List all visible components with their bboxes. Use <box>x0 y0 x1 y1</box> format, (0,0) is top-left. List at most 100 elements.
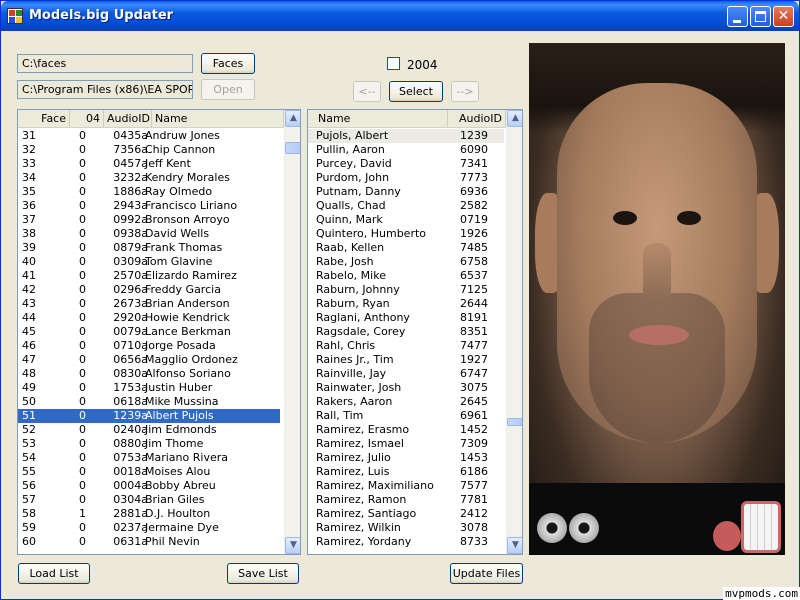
column-audioid[interactable]: AudioID <box>448 110 506 127</box>
table-row[interactable]: 34 0 3232a Kendry Morales <box>18 171 280 185</box>
faces-button[interactable]: Faces <box>201 53 255 74</box>
table-row[interactable]: Rahl, Chris 7477 <box>308 339 504 353</box>
table-row[interactable]: Raab, Kellen 7485 <box>308 241 504 255</box>
table-row[interactable]: 55 0 0018a Moises Alou <box>18 465 280 479</box>
table-row[interactable]: 54 0 0753a Mariano Rivera <box>18 451 280 465</box>
faces-list[interactable]: Face 04 AudioID Name 31 0 0435a Andruw Jone… <box>17 109 301 555</box>
table-row[interactable]: 31 0 0435a Andruw Jones <box>18 129 280 143</box>
load-list-button[interactable]: Load List <box>18 563 90 584</box>
table-row[interactable]: Quintero, Humberto 1926 <box>308 227 504 241</box>
cell-audio: 0753a <box>113 451 148 464</box>
table-row[interactable]: 48 0 0830a Alfonso Soriano <box>18 367 280 381</box>
prev-button[interactable]: <-- <box>353 81 381 102</box>
table-row[interactable]: 51 0 1239a Albert Pujols <box>18 409 280 423</box>
table-row[interactable]: Purcey, David 7341 <box>308 157 504 171</box>
table-row[interactable]: 39 0 0879a Frank Thomas <box>18 241 280 255</box>
scroll-up-icon[interactable]: ▲ <box>285 110 300 127</box>
title-bar[interactable]: Models.big Updater ✕ <box>1 1 799 31</box>
table-row[interactable]: Putnam, Danny 6936 <box>308 185 504 199</box>
table-row[interactable]: Ragsdale, Corey 8351 <box>308 325 504 339</box>
column-04[interactable]: 04 <box>70 110 104 127</box>
table-row[interactable]: 53 0 0880a Jim Thome <box>18 437 280 451</box>
scroll-down-icon[interactable]: ▼ <box>285 537 300 554</box>
cell-v04: 0 <box>79 381 86 394</box>
table-row[interactable]: 38 0 0938a David Wells <box>18 227 280 241</box>
table-row[interactable]: Raines Jr., Tim 1927 <box>308 353 504 367</box>
open-button[interactable]: Open <box>201 79 255 100</box>
table-row[interactable]: 35 0 1886a Ray Olmedo <box>18 185 280 199</box>
table-row[interactable]: Ramirez, Yordany 8733 <box>308 535 504 549</box>
table-row[interactable]: Ramirez, Maximiliano 7577 <box>308 479 504 493</box>
minimize-button[interactable] <box>727 6 748 27</box>
players-list[interactable]: Name AudioID Pujols, Albert 1239 Pullin, A… <box>307 109 523 555</box>
table-row[interactable]: Ramirez, Ramon 7781 <box>308 493 504 507</box>
table-row[interactable]: Raglani, Anthony 8191 <box>308 311 504 325</box>
table-row[interactable]: Raburn, Ryan 2644 <box>308 297 504 311</box>
table-row[interactable]: 45 0 0079a Lance Berkman <box>18 325 280 339</box>
table-row[interactable]: Ramirez, Wilkin 3078 <box>308 521 504 535</box>
table-row[interactable]: 56 0 0004a Bobby Abreu <box>18 479 280 493</box>
table-row[interactable]: 36 0 2943a Francisco Liriano <box>18 199 280 213</box>
update-files-button[interactable]: Update Files <box>450 563 523 584</box>
cell-audio: 3078 <box>460 521 488 534</box>
cell-face: 57 <box>22 493 36 506</box>
column-name[interactable]: Name <box>152 110 284 127</box>
table-row[interactable]: 43 0 2673a Brian Anderson <box>18 297 280 311</box>
table-row[interactable]: Rakers, Aaron 2645 <box>308 395 504 409</box>
table-row[interactable]: Pujols, Albert 1239 <box>308 129 504 143</box>
table-row[interactable]: Ramirez, Ismael 7309 <box>308 437 504 451</box>
table-row[interactable]: 52 0 0240a Jim Edmonds <box>18 423 280 437</box>
table-row[interactable]: 41 0 2570a Elizardo Ramirez <box>18 269 280 283</box>
scroll-thumb[interactable] <box>285 142 300 154</box>
cell-audio: 6090 <box>460 143 488 156</box>
table-row[interactable]: Rainwater, Josh 3075 <box>308 381 504 395</box>
table-row[interactable]: 59 0 0237a Jermaine Dye <box>18 521 280 535</box>
cell-audio: 0880a <box>113 437 148 450</box>
table-row[interactable]: Rabelo, Mike 6537 <box>308 269 504 283</box>
close-button[interactable]: ✕ <box>773 6 794 27</box>
table-row[interactable]: Pullin, Aaron 6090 <box>308 143 504 157</box>
save-list-button[interactable]: Save List <box>227 563 299 584</box>
table-row[interactable]: 47 0 0656a Magglio Ordonez <box>18 353 280 367</box>
table-row[interactable]: Ramirez, Erasmo 1452 <box>308 423 504 437</box>
cell-face: 56 <box>22 479 36 492</box>
table-row[interactable]: 60 0 0631a Phil Nevin <box>18 535 280 549</box>
table-row[interactable]: Rabe, Josh 6758 <box>308 255 504 269</box>
table-row[interactable]: Ramirez, Santiago 2412 <box>308 507 504 521</box>
scroll-thumb[interactable] <box>507 418 522 426</box>
table-row[interactable]: Raburn, Johnny 7125 <box>308 283 504 297</box>
table-row[interactable]: 32 0 7356a Chip Cannon <box>18 143 280 157</box>
cell-audio: 2645 <box>460 395 488 408</box>
column-face[interactable]: Face <box>18 110 70 127</box>
scroll-up-icon[interactable]: ▲ <box>507 110 522 127</box>
faces-list-scrollbar[interactable]: ▲ ▼ <box>284 110 300 554</box>
table-row[interactable]: 57 0 0304a Brian Giles <box>18 493 280 507</box>
table-row[interactable]: Ramirez, Luis 6186 <box>308 465 504 479</box>
next-button[interactable]: --> <box>451 81 479 102</box>
table-row[interactable]: 46 0 0710a Jorge Posada <box>18 339 280 353</box>
table-row[interactable]: 44 0 2920a Howie Kendrick <box>18 311 280 325</box>
faces-path-field[interactable]: C:\faces <box>17 54 193 73</box>
table-row[interactable]: 58 1 2881a D.J. Houlton <box>18 507 280 521</box>
scroll-down-icon[interactable]: ▼ <box>507 537 522 554</box>
table-row[interactable]: Purdom, John 7773 <box>308 171 504 185</box>
players-list-scrollbar[interactable]: ▲ ▼ <box>506 110 522 554</box>
table-row[interactable]: Quinn, Mark 0719 <box>308 213 504 227</box>
table-row[interactable]: 33 0 0457a Jeff Kent <box>18 157 280 171</box>
table-row[interactable]: Qualls, Chad 2582 <box>308 199 504 213</box>
select-button[interactable]: Select <box>389 81 443 102</box>
cell-v04: 0 <box>79 353 86 366</box>
table-row[interactable]: 49 0 1753a Justin Huber <box>18 381 280 395</box>
table-row[interactable]: 40 0 0309a Tom Glavine <box>18 255 280 269</box>
table-row[interactable]: Rall, Tim 6961 <box>308 409 504 423</box>
column-audioid[interactable]: AudioID <box>104 110 152 127</box>
game-path-field[interactable]: C:\Program Files (x86)\EA SPORTS <box>17 80 193 99</box>
table-row[interactable]: Rainville, Jay 6747 <box>308 367 504 381</box>
table-row[interactable]: 37 0 0992a Bronson Arroyo <box>18 213 280 227</box>
table-row[interactable]: Ramirez, Julio 1453 <box>308 451 504 465</box>
maximize-button[interactable] <box>750 6 771 27</box>
table-row[interactable]: 50 0 0618a Mike Mussina <box>18 395 280 409</box>
table-row[interactable]: 42 0 0296a Freddy Garcia <box>18 283 280 297</box>
year-2004-checkbox[interactable] <box>387 57 400 70</box>
column-name[interactable]: Name <box>308 110 448 127</box>
